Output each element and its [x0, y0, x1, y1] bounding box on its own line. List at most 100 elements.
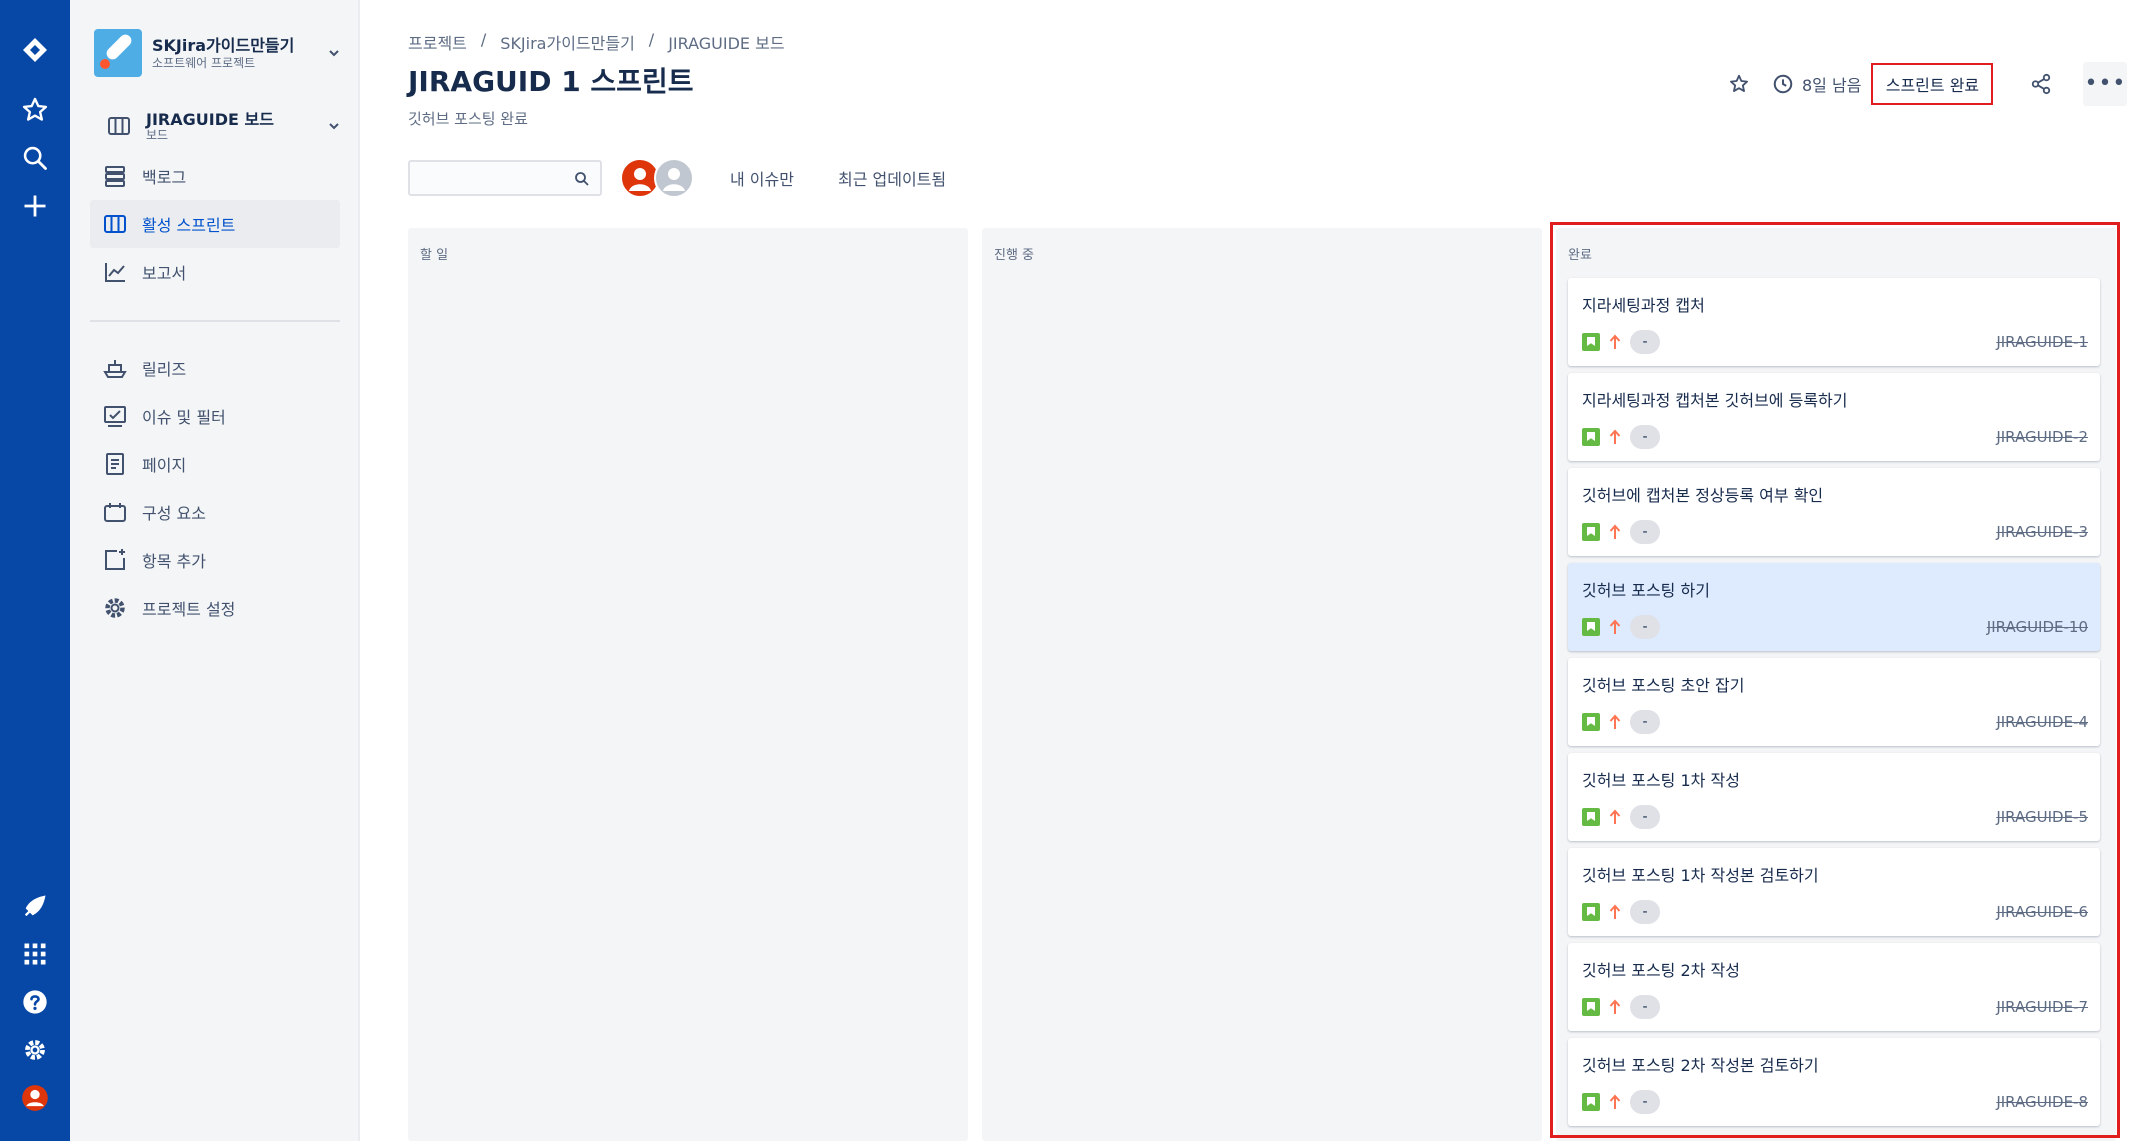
only-my-issues-filter[interactable]: 내 이슈만: [730, 166, 794, 190]
global-nav: [0, 0, 70, 1141]
column-todo: 할 일: [408, 228, 968, 1141]
board-selector[interactable]: JIRAGUIDE 보드 보드: [94, 106, 344, 146]
sidebar-item-reports[interactable]: 보고서: [90, 248, 340, 296]
issue-card[interactable]: 깃허브 포스팅 2차 작성본 검토하기 - JIRAGUIDE-8: [1568, 1038, 2100, 1126]
clock-icon: [1773, 74, 1793, 94]
column-title: 완료: [1568, 248, 1592, 263]
backlog-icon: [100, 161, 130, 191]
sidebar-item-active-sprint[interactable]: 활성 스프린트: [90, 200, 340, 248]
issue-card[interactable]: 깃허브 포스팅 초안 잡기 - JIRAGUIDE-4: [1568, 658, 2100, 746]
breadcrumb-projects[interactable]: 프로젝트: [408, 30, 467, 54]
search-icon: [575, 172, 589, 186]
estimate-badge: -: [1630, 1090, 1660, 1114]
starred-icon[interactable]: [15, 90, 55, 130]
sidebar-item-releases[interactable]: 릴리즈: [90, 344, 340, 392]
issue-key[interactable]: JIRAGUIDE-2: [1996, 428, 2088, 446]
chevron-down-icon[interactable]: [324, 116, 344, 136]
sidebar-item-backlog[interactable]: 백로그: [90, 152, 340, 200]
whats-new-icon[interactable]: [15, 886, 55, 926]
estimate-badge: -: [1630, 710, 1660, 734]
board-name: JIRAGUIDE 보드: [146, 110, 274, 129]
sidebar-item-add-item[interactable]: 항목 추가: [90, 536, 340, 584]
story-type-icon: [1582, 998, 1600, 1016]
priority-high-icon: [1608, 808, 1622, 826]
estimate-badge: -: [1630, 900, 1660, 924]
story-type-icon: [1582, 618, 1600, 636]
complete-sprint-button[interactable]: 스프린트 완료: [1871, 63, 1994, 105]
issue-card-footer: - JIRAGUIDE-2: [1582, 425, 2088, 449]
share-icon[interactable]: [2021, 64, 2061, 104]
issue-key[interactable]: JIRAGUIDE-6: [1996, 903, 2088, 921]
issue-key[interactable]: JIRAGUIDE-5: [1996, 808, 2088, 826]
sidebar-item-components[interactable]: 구성 요소: [90, 488, 340, 536]
issue-summary: 깃허브 포스팅 하기: [1582, 581, 1710, 600]
issue-summary: 깃허브 포스팅 2차 작성본 검토하기: [1582, 1056, 1819, 1075]
search-icon[interactable]: [15, 138, 55, 178]
issues-icon: [100, 401, 130, 431]
more-actions-button[interactable]: •••: [2083, 62, 2128, 106]
recently-updated-filter[interactable]: 최근 업데이트됨: [838, 166, 946, 190]
sidebar-item-label: 활성 스프린트: [142, 216, 236, 235]
story-type-icon: [1582, 808, 1600, 826]
issue-card[interactable]: 지라세팅과정 캡처 - JIRAGUIDE-1: [1568, 278, 2100, 366]
issue-card[interactable]: 깃허브 포스팅 1차 작성본 검토하기 - JIRAGUIDE-6: [1568, 848, 2100, 936]
issue-key[interactable]: JIRAGUIDE-8: [1996, 1093, 2088, 1111]
sidebar-item-label: 구성 요소: [142, 504, 206, 523]
priority-high-icon: [1608, 523, 1622, 541]
sidebar-item-label: 페이지: [142, 456, 187, 475]
issue-key[interactable]: JIRAGUIDE-1: [1996, 333, 2088, 351]
estimate-badge: -: [1630, 425, 1660, 449]
column-title: 할 일: [420, 248, 449, 263]
more-icon: •••: [2084, 71, 2127, 96]
jira-logo-icon[interactable]: [15, 30, 55, 70]
story-type-icon: [1582, 333, 1600, 351]
assignee-avatar-unassigned[interactable]: [654, 158, 694, 198]
issue-key[interactable]: JIRAGUIDE-7: [1996, 998, 2088, 1016]
breadcrumb-project[interactable]: SKJira가이드만들기: [500, 30, 635, 54]
sidebar-divider: [90, 320, 340, 322]
reports-icon: [100, 257, 130, 287]
issue-card-footer: - JIRAGUIDE-4: [1582, 710, 2088, 734]
sidebar-item-label: 릴리즈: [142, 360, 187, 379]
board-icon: [100, 209, 130, 239]
issue-summary: 깃허브 포스팅 1차 작성본 검토하기: [1582, 866, 1819, 885]
issue-key[interactable]: JIRAGUIDE-4: [1996, 713, 2088, 731]
issue-key[interactable]: JIRAGUIDE-10: [1987, 618, 2088, 636]
sidebar-item-pages[interactable]: 페이지: [90, 440, 340, 488]
story-type-icon: [1582, 523, 1600, 541]
create-icon[interactable]: [15, 186, 55, 226]
breadcrumb-board[interactable]: JIRAGUIDE 보드: [668, 30, 784, 54]
page-icon: [100, 449, 130, 479]
help-icon[interactable]: [15, 982, 55, 1022]
remaining-days: 8일 남음: [1802, 76, 1862, 95]
priority-high-icon: [1608, 428, 1622, 446]
search-input[interactable]: [408, 160, 602, 196]
page-title: JIRAGUID 1 스프린트: [408, 65, 694, 98]
app-switcher-icon[interactable]: [15, 934, 55, 974]
issue-key[interactable]: JIRAGUIDE-3: [1996, 523, 2088, 541]
estimate-badge: -: [1630, 615, 1660, 639]
issue-card[interactable]: 깃허브 포스팅 2차 작성 - JIRAGUIDE-7: [1568, 943, 2100, 1031]
sidebar-item-label: 프로젝트 설정: [142, 600, 236, 619]
sidebar-item-label: 보고서: [142, 264, 187, 283]
settings-gear-icon[interactable]: [15, 1030, 55, 1070]
settings-icon: [100, 593, 130, 623]
priority-high-icon: [1608, 1093, 1622, 1111]
issue-summary: 깃허브 포스팅 2차 작성: [1582, 961, 1740, 980]
sidebar-item-project-settings[interactable]: 프로젝트 설정: [90, 584, 340, 632]
time-remaining: 8일 남음: [1772, 72, 1861, 96]
issue-card[interactable]: 깃허브에 캡처본 정상등록 여부 확인 - JIRAGUIDE-3: [1568, 468, 2100, 556]
add-item-icon: [100, 545, 130, 575]
issue-card[interactable]: 지라세팅과정 캡처본 깃허브에 등록하기 - JIRAGUIDE-2: [1568, 373, 2100, 461]
issue-card[interactable]: 깃허브 포스팅 1차 작성 - JIRAGUIDE-5: [1568, 753, 2100, 841]
ship-icon: [100, 353, 130, 383]
profile-avatar-icon[interactable]: [15, 1078, 55, 1118]
sidebar-item-issues-filters[interactable]: 이슈 및 필터: [90, 392, 340, 440]
issue-card[interactable]: 깃허브 포스팅 하기 - JIRAGUIDE-10: [1568, 563, 2100, 651]
estimate-badge: -: [1630, 995, 1660, 1019]
breadcrumb: 프로젝트 / SKJira가이드만들기 / JIRAGUIDE 보드: [408, 30, 785, 54]
star-icon[interactable]: [1722, 67, 1756, 101]
project-type: 소프트웨어 프로젝트: [152, 56, 256, 70]
chevron-down-icon[interactable]: [324, 43, 344, 63]
project-header[interactable]: SKJira가이드만들기 소프트웨어 프로젝트: [94, 28, 344, 78]
